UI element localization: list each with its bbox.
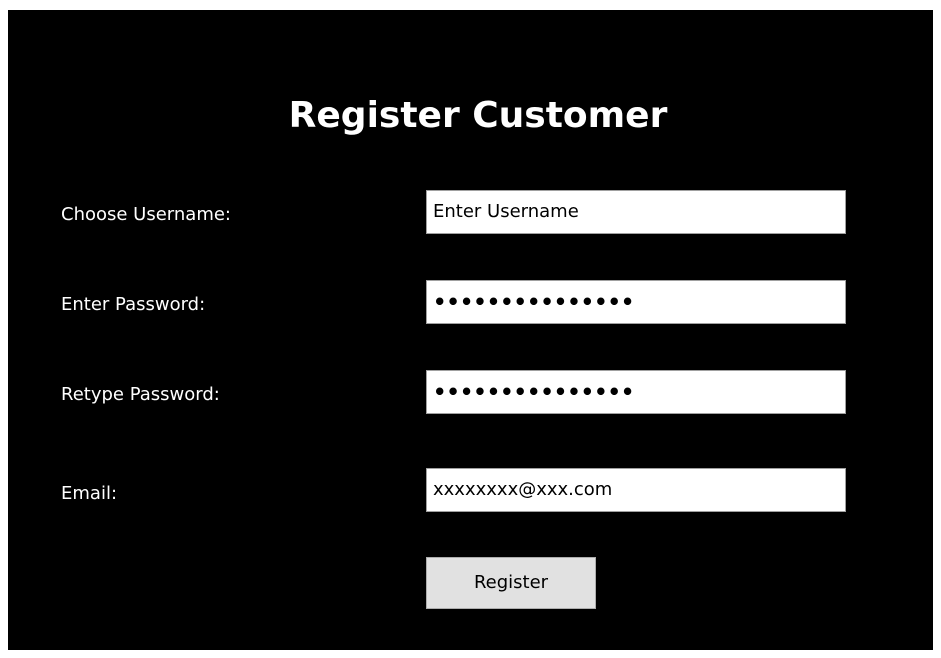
email-field[interactable]: xxxxxxxx@xxx.com bbox=[426, 468, 846, 512]
password-label: Enter Password: bbox=[61, 294, 206, 315]
form-title: Register Customer bbox=[288, 95, 668, 136]
username-field[interactable]: Enter Username bbox=[426, 190, 846, 234]
register-button[interactable]: Register bbox=[426, 557, 596, 609]
register-panel: Register Customer Choose Username: Enter… bbox=[8, 10, 933, 650]
retype-password-field[interactable]: ••••••••••••••• bbox=[426, 370, 846, 414]
retype-password-label: Retype Password: bbox=[61, 384, 220, 405]
username-label: Choose Username: bbox=[61, 204, 231, 225]
email-label: Email: bbox=[61, 483, 118, 504]
password-field[interactable]: ••••••••••••••• bbox=[426, 280, 846, 324]
